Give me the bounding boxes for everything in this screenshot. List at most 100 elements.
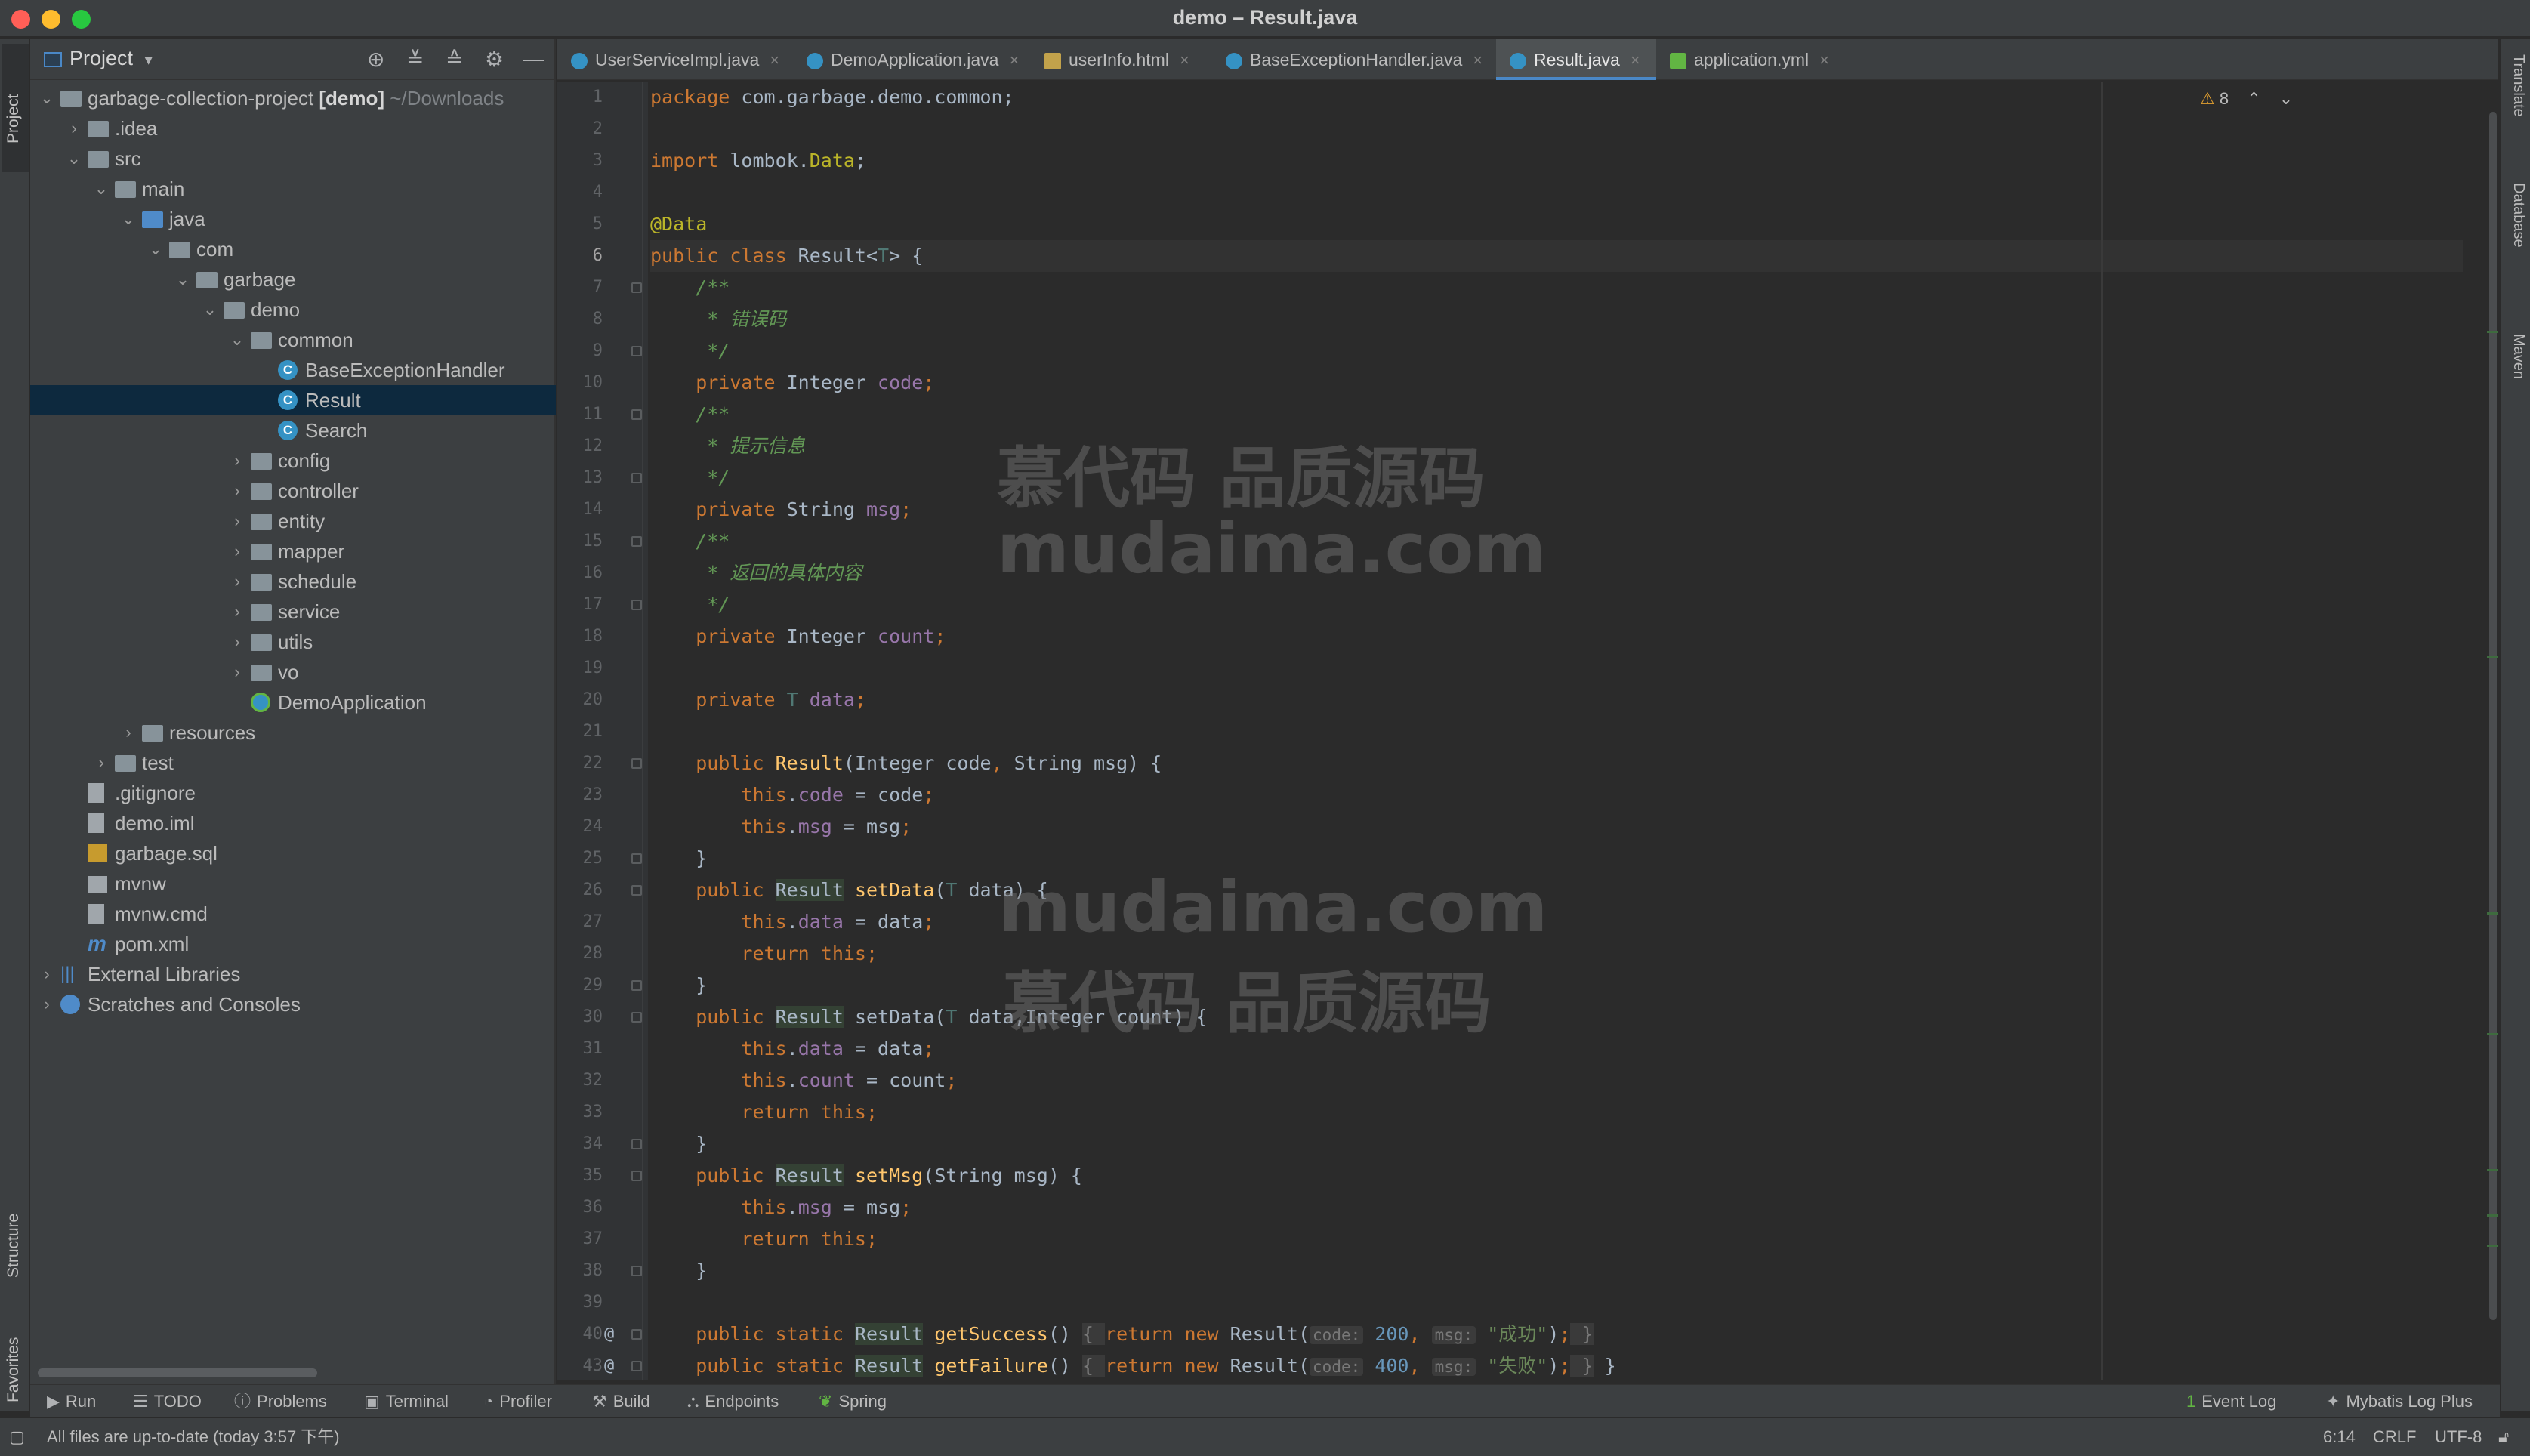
editor-tab[interactable]: Result.java ×	[1496, 39, 1656, 80]
project-tree-item[interactable]: › utils	[30, 627, 556, 657]
code-line[interactable]: private Integer count;	[650, 621, 2463, 652]
fold-toggle-icon[interactable]	[631, 1361, 642, 1371]
code-line[interactable]: }	[650, 1128, 2463, 1160]
profiler-tool-button[interactable]: ◔ Profiler	[483, 1385, 552, 1418]
editor-tab[interactable]: userInfo.html ×	[1031, 39, 1212, 80]
project-tree-item[interactable]: › Scratches and Consoles	[30, 989, 556, 1020]
chevron-right-icon[interactable]: ›	[38, 959, 56, 989]
code-line[interactable]: /**	[650, 399, 2463, 430]
fold-toggle-icon[interactable]	[631, 1012, 642, 1023]
editor-tab[interactable]: DemoApplication.java ×	[793, 39, 1031, 80]
project-tree-item[interactable]: › schedule	[30, 566, 556, 597]
fold-toggle-icon[interactable]	[631, 758, 642, 769]
chevron-down-icon[interactable]: ⌄	[228, 325, 246, 355]
chevron-down-icon[interactable]: ⌄	[65, 143, 83, 174]
implementation-marker-icon[interactable]: @	[604, 1319, 614, 1350]
build-tool-button[interactable]: ⚒ Build	[592, 1385, 650, 1418]
project-tree-item[interactable]: › ||| External Libraries	[30, 959, 556, 989]
project-tree-item[interactable]: › entity	[30, 506, 556, 536]
project-tree-item[interactable]: m pom.xml	[30, 929, 556, 959]
code-line[interactable]: return this;	[650, 1097, 2463, 1128]
code-line[interactable]: */	[650, 335, 2463, 367]
code-line[interactable]: * 提示信息	[650, 430, 2463, 462]
chevron-right-icon[interactable]: ›	[228, 506, 246, 536]
close-tab-icon[interactable]: ×	[1009, 51, 1019, 69]
project-tree-item[interactable]: ⌄ garbage-collection-project [demo] ~/Dow…	[30, 83, 556, 113]
code-line[interactable]: private String msg;	[650, 494, 2463, 526]
project-tree-item[interactable]: › resources	[30, 717, 556, 748]
code-line[interactable]: package com.garbage.demo.common;	[650, 82, 2463, 113]
line-separator[interactable]: CRLF	[2373, 1418, 2416, 1456]
code-line[interactable]: public Result setData(T data) {	[650, 875, 2463, 906]
code-line[interactable]: public Result setMsg(String msg) {	[650, 1160, 2463, 1192]
project-tree-item[interactable]: garbage.sql	[30, 838, 556, 868]
code-line[interactable]: this.code = code;	[650, 779, 2463, 811]
project-tree-item[interactable]: ⌄ common	[30, 325, 556, 355]
project-tree-item[interactable]: › vo	[30, 657, 556, 687]
code-line[interactable]: return this;	[650, 1223, 2463, 1255]
close-tab-icon[interactable]: ×	[1473, 51, 1483, 69]
event-log-button[interactable]: 1 Event Log	[2186, 1385, 2276, 1418]
project-tree-item[interactable]: ⌄ demo	[30, 295, 556, 325]
code-line[interactable]: * 错误码	[650, 304, 2463, 335]
project-tree-item[interactable]: C BaseExceptionHandler	[30, 355, 556, 385]
fold-toggle-icon[interactable]	[631, 346, 642, 356]
locate-target-icon[interactable]: ⊕	[367, 47, 384, 72]
expand-all-icon[interactable]: ≚	[406, 47, 424, 72]
code-line[interactable]: public Result setData(T data,Integer cou…	[650, 1001, 2463, 1033]
chevron-down-icon[interactable]: ⌄	[174, 264, 192, 295]
code-line[interactable]: * 返回的具体内容	[650, 557, 2463, 589]
project-tree-item[interactable]: ⌄ java	[30, 204, 556, 234]
code-line[interactable]	[650, 113, 2463, 145]
project-tree-item[interactable]: mvnw.cmd	[30, 899, 556, 929]
code-line[interactable]: this.data = data;	[650, 906, 2463, 938]
implementation-marker-icon[interactable]: @	[604, 1350, 614, 1380]
code-line[interactable]: public static Result getFailure() { retu…	[650, 1350, 2463, 1380]
project-tree-item[interactable]: mvnw	[30, 868, 556, 899]
code-line[interactable]	[650, 177, 2463, 208]
project-tree-item[interactable]: › mapper	[30, 536, 556, 566]
caret-position[interactable]: 6:14	[2323, 1418, 2356, 1456]
inspection-widget[interactable]: ⚠ 8 ⌃ ⌄	[2200, 89, 2293, 109]
chevron-down-icon[interactable]: ⌄	[201, 295, 219, 325]
fold-toggle-icon[interactable]	[631, 1266, 642, 1276]
code-line[interactable]	[650, 652, 2463, 684]
chevron-right-icon[interactable]: ›	[228, 536, 246, 566]
fold-toggle-icon[interactable]	[631, 282, 642, 293]
fold-toggle-icon[interactable]	[631, 1139, 642, 1149]
chevron-down-icon[interactable]: ⌄	[92, 174, 110, 204]
fold-toggle-icon[interactable]	[631, 1329, 642, 1340]
code-editor[interactable]: 1 2 3 4 5 6 7 8 9 10 11 12 13 14 15 16 17 18 19 20 21 22 23 24 2…	[557, 82, 2498, 1380]
toggle-tool-windows-icon[interactable]: ▢	[9, 1418, 25, 1456]
close-tab-icon[interactable]: ×	[1631, 51, 1640, 69]
project-tree-item[interactable]: .gitignore	[30, 778, 556, 808]
code-line[interactable]: private T data;	[650, 684, 2463, 716]
code-line[interactable]: /**	[650, 272, 2463, 304]
project-tree-item[interactable]: › config	[30, 446, 556, 476]
chevron-right-icon[interactable]: ›	[119, 717, 137, 748]
terminal-tool-button[interactable]: ▣ Terminal	[364, 1385, 449, 1418]
editor-scrollbar[interactable]	[2489, 112, 2497, 1320]
chevron-right-icon[interactable]: ›	[228, 657, 246, 687]
fold-toggle-icon[interactable]	[631, 853, 642, 864]
project-tree-item[interactable]: ⌄ src	[30, 143, 556, 174]
file-encoding[interactable]: UTF-8	[2435, 1418, 2482, 1456]
project-tree-item[interactable]: demo.iml	[30, 808, 556, 838]
structure-tool-tab[interactable]: Structure	[2, 1172, 29, 1285]
fold-toggle-icon[interactable]	[631, 409, 642, 420]
run-tool-button[interactable]: ▶ Run	[47, 1385, 96, 1418]
gear-icon[interactable]: ⚙	[485, 47, 504, 72]
chevron-down-icon[interactable]: ⌄	[147, 234, 165, 264]
editor-tab[interactable]: BaseExceptionHandler.java ×	[1212, 39, 1496, 80]
fold-toggle-icon[interactable]	[631, 600, 642, 610]
code-line[interactable]: }	[650, 1255, 2463, 1287]
project-tree-item[interactable]: › service	[30, 597, 556, 627]
favorites-tool-tab[interactable]: Favorites	[2, 1304, 29, 1410]
chevron-down-icon[interactable]: ⌄	[119, 204, 137, 234]
lock-icon[interactable]: 🔓︎	[2498, 1418, 2509, 1456]
project-tree-scrollbar[interactable]	[38, 1368, 317, 1377]
hide-panel-icon[interactable]: —	[523, 47, 544, 71]
project-tree-item[interactable]: ⌄ garbage	[30, 264, 556, 295]
close-tab-icon[interactable]: ×	[770, 51, 779, 69]
code-line[interactable]: this.msg = msg;	[650, 811, 2463, 843]
